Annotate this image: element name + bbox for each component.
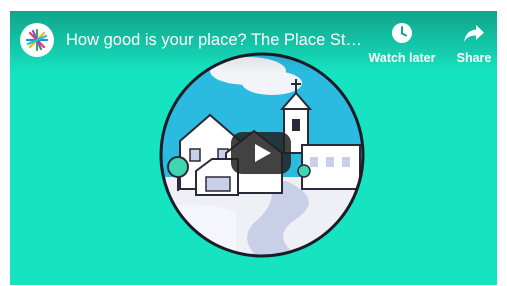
watch-later-button[interactable]: Watch later <box>366 21 438 65</box>
starburst-logo-icon <box>25 28 49 52</box>
share-arrow-icon <box>464 25 484 42</box>
play-button[interactable] <box>231 132 291 174</box>
video-player[interactable]: How good is your place? The Place Sta...… <box>10 11 497 285</box>
share-button[interactable]: Share <box>452 21 496 65</box>
watch-later-label: Watch later <box>368 51 436 65</box>
video-title[interactable]: How good is your place? The Place Sta... <box>66 29 366 51</box>
channel-logo[interactable] <box>20 23 54 57</box>
clock-icon <box>392 23 412 43</box>
share-label: Share <box>456 51 492 65</box>
